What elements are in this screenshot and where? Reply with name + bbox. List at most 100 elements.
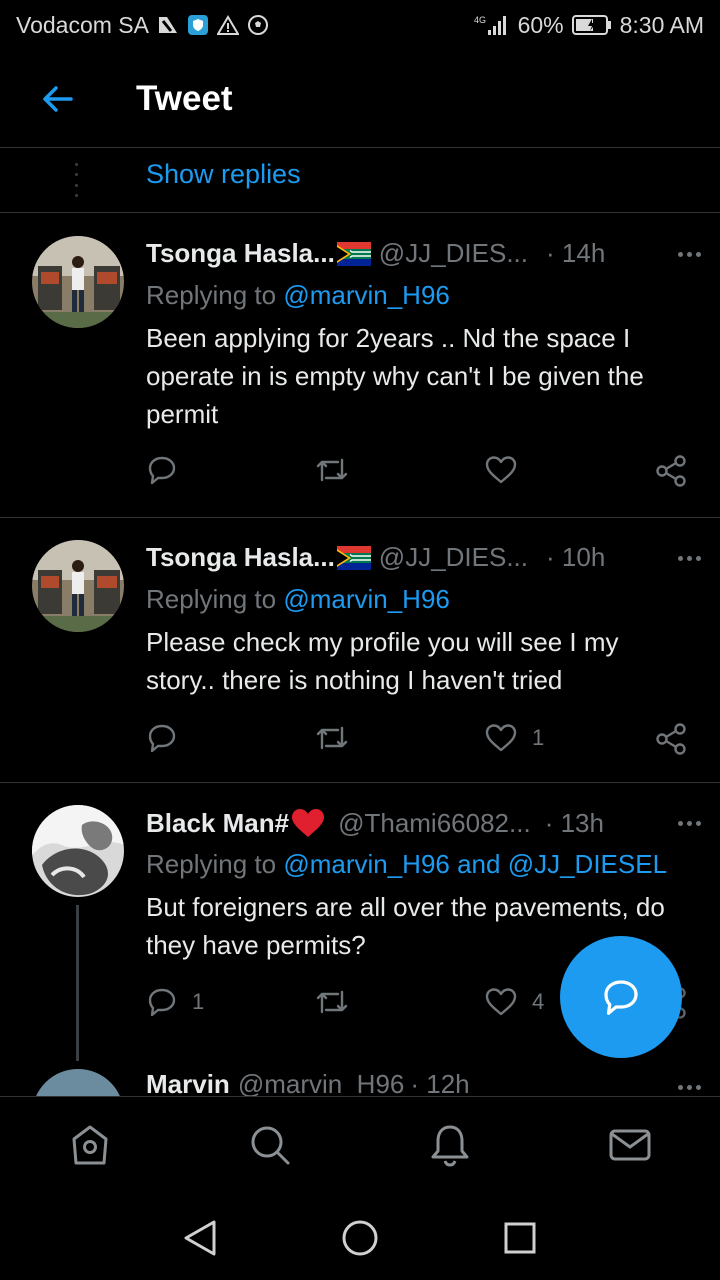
like-count: 4 — [532, 989, 545, 1014]
show-replies-row: Show replies — [0, 149, 720, 213]
tweet-header: Marvin @marvin_H96 · 12h — [146, 1071, 700, 1097]
display-name[interactable]: Tsonga Hasla... — [146, 238, 335, 269]
tweet-header: Tsonga Hasla... @JJ_DIES... · 10h — [146, 542, 700, 573]
tweet-actions: 1 — [146, 722, 691, 762]
reply-button[interactable] — [146, 722, 178, 754]
home-icon — [72, 1125, 108, 1165]
replying-to-label: Replying to — [146, 280, 277, 310]
handle[interactable]: @marvin_H96 — [238, 1071, 405, 1097]
system-recents-button[interactable] — [498, 1216, 542, 1260]
share-button[interactable] — [654, 722, 688, 756]
heart-icon — [485, 456, 517, 484]
avatar[interactable] — [32, 236, 124, 328]
page-title: Tweet — [136, 78, 233, 118]
avatar[interactable] — [32, 540, 124, 632]
more-dots-icon[interactable] — [674, 821, 704, 826]
circle-home-icon — [342, 1220, 378, 1256]
tweet-card[interactable]: Tsonga Hasla... @JJ_DIES... · 10h Replyi… — [0, 518, 720, 783]
retweet-button[interactable] — [314, 722, 350, 754]
tweet-card[interactable]: Tsonga Hasla... @JJ_DIES... · 14h Replyi… — [0, 214, 720, 518]
retweet-button[interactable] — [314, 454, 350, 486]
mail-icon — [609, 1129, 651, 1161]
bottom-nav — [0, 1096, 720, 1196]
timestamp: · 13h — [544, 807, 604, 838]
tweet-text: Been applying for 2years .. Nd the space… — [146, 323, 644, 429]
bell-icon — [431, 1125, 469, 1167]
reply-compose-icon — [604, 980, 638, 1015]
red-heart-icon — [290, 807, 326, 839]
timestamp: · 12h — [410, 1071, 470, 1097]
heart-icon — [485, 724, 517, 752]
replying-to-line: Replying to @marvin_H96 — [146, 584, 450, 615]
show-replies-link[interactable]: Show replies — [146, 159, 301, 190]
mention-link[interactable]: @marvin_H96 — [283, 584, 450, 614]
mention-link[interactable]: @marvin_H96 and @JJ_DIESEL — [283, 849, 667, 879]
speech-bubble-icon — [148, 456, 176, 485]
tweet-header: Black Man# @Thami66082... · 13h — [146, 807, 700, 839]
tweet-actions — [146, 454, 691, 494]
battery-icon — [571, 14, 612, 36]
shield-icon — [187, 14, 209, 36]
search-icon — [251, 1126, 290, 1165]
battery-percent: 60% — [517, 11, 564, 38]
display-name[interactable]: Tsonga Hasla... — [146, 542, 335, 573]
reply-button[interactable] — [146, 454, 178, 486]
retweet-button[interactable] — [314, 986, 350, 1018]
share-icon — [656, 455, 686, 487]
status-bar: Vodacom SA 4G 60% 8:30 AM — [0, 0, 720, 50]
system-nav-bar — [0, 1196, 720, 1280]
avatar[interactable] — [32, 805, 124, 897]
handle[interactable]: @JJ_DIES... — [379, 238, 528, 269]
thread-dots — [73, 163, 79, 197]
football-icon — [247, 14, 269, 36]
like-button[interactable]: 4 — [484, 986, 544, 1018]
warning-icon — [216, 15, 239, 35]
more-dots-icon[interactable] — [674, 556, 704, 561]
nav-messages[interactable] — [606, 1121, 654, 1169]
arrow-left-icon — [43, 85, 73, 112]
timestamp: · 14h — [546, 238, 606, 268]
tweet-header: Tsonga Hasla... @JJ_DIES... · 14h — [146, 238, 700, 269]
speech-bubble-icon — [148, 988, 176, 1017]
replying-to-label: Replying to — [146, 584, 277, 614]
sa-flag-icon — [336, 545, 371, 570]
square-recents-icon — [504, 1222, 536, 1254]
tweet-text: Please check my profile you will see I m… — [146, 627, 619, 695]
sa-flag-icon — [336, 241, 371, 266]
nav-home[interactable] — [66, 1121, 114, 1169]
top-app-bar: Tweet — [0, 50, 720, 148]
handle[interactable]: @Thami66082... — [338, 808, 531, 839]
reply-button[interactable]: 1 — [146, 986, 204, 1018]
share-button[interactable] — [654, 454, 688, 488]
triangle-back-icon — [184, 1220, 216, 1256]
nav-search[interactable] — [246, 1121, 294, 1169]
nfc-icon — [157, 15, 179, 35]
retweet-icon — [316, 458, 348, 482]
system-home-button[interactable] — [338, 1216, 382, 1260]
heart-icon — [485, 988, 517, 1016]
like-button[interactable]: 1 — [484, 722, 544, 754]
share-icon — [656, 723, 686, 755]
carrier-label: Vodacom SA — [16, 11, 149, 38]
replying-to-line: Replying to @marvin_H96 and @JJ_DIESEL — [146, 849, 667, 880]
reply-count: 1 — [192, 989, 205, 1014]
timestamp: · 10h — [546, 542, 606, 572]
replying-to-label: Replying to — [146, 849, 277, 879]
network-label: 4G — [474, 15, 486, 25]
handle[interactable]: @JJ_DIES... — [379, 542, 528, 573]
display-name[interactable]: Marvin — [146, 1071, 230, 1097]
display-name[interactable]: Black Man# — [146, 808, 289, 839]
speech-bubble-icon — [148, 724, 176, 753]
more-dots-icon[interactable] — [674, 252, 704, 257]
clock: 8:30 AM — [619, 11, 704, 38]
retweet-icon — [316, 990, 348, 1014]
like-button[interactable] — [484, 454, 532, 486]
system-back-button[interactable] — [178, 1216, 222, 1260]
nav-notifications[interactable] — [426, 1121, 474, 1169]
back-button[interactable] — [28, 69, 88, 129]
thread-connector — [76, 905, 79, 1061]
reply-compose-button[interactable] — [560, 936, 682, 1058]
more-dots-icon[interactable] — [674, 1085, 704, 1090]
replying-to-line: Replying to @marvin_H96 — [146, 280, 450, 311]
mention-link[interactable]: @marvin_H96 — [283, 280, 450, 310]
